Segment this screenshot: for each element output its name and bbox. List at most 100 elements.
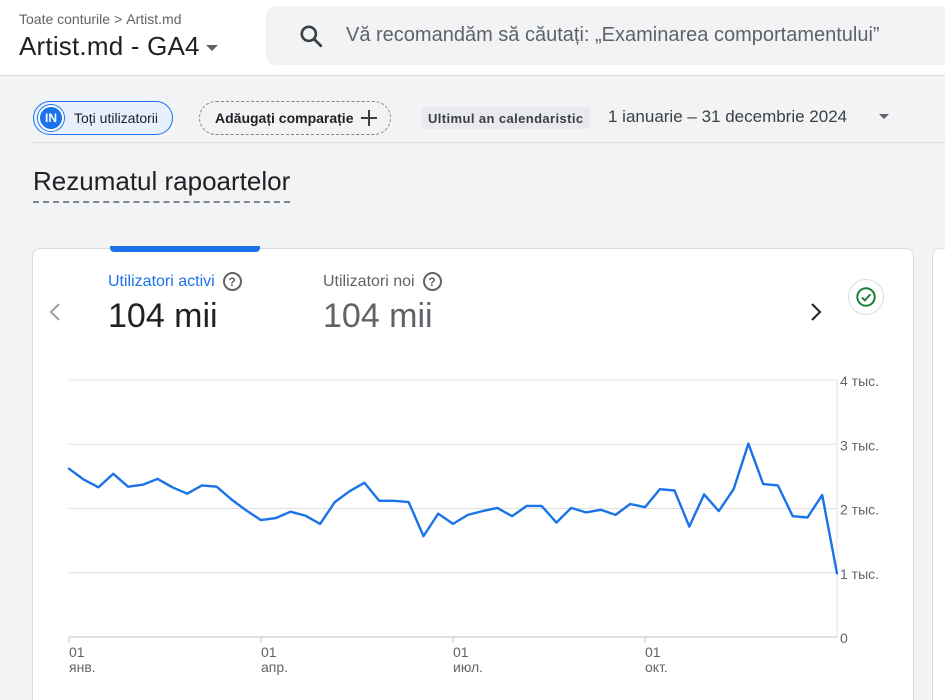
breadcrumb-all-accounts[interactable]: Toate conturile xyxy=(19,11,110,27)
data-point[interactable] xyxy=(166,481,178,493)
data-point[interactable] xyxy=(373,495,385,507)
caret-down-icon[interactable] xyxy=(879,114,889,119)
data-point[interactable] xyxy=(639,501,651,513)
data-point[interactable] xyxy=(831,567,843,579)
y-tick-label: 1 тыс. xyxy=(840,566,879,582)
property-selector[interactable]: Artist.md - GA4 xyxy=(19,31,218,62)
y-tick-label: 0 xyxy=(840,630,848,646)
data-point[interactable] xyxy=(255,514,267,526)
data-point[interactable] xyxy=(432,508,444,520)
data-point[interactable] xyxy=(299,510,311,522)
data-point[interactable] xyxy=(477,505,489,517)
breadcrumb-account[interactable]: Artist.md xyxy=(126,11,181,27)
data-point[interactable] xyxy=(683,520,695,532)
data-point[interactable] xyxy=(344,485,356,497)
chevron-left-icon[interactable] xyxy=(45,300,65,324)
plus-icon xyxy=(361,110,378,126)
y-tick-label: 3 тыс. xyxy=(840,437,879,453)
y-tick-label: 4 тыс. xyxy=(840,373,879,389)
data-point[interactable] xyxy=(93,481,105,493)
data-point[interactable] xyxy=(462,509,474,521)
data-point[interactable] xyxy=(521,500,533,512)
data-point[interactable] xyxy=(654,483,666,495)
metric-value: 104 mii xyxy=(108,297,218,335)
data-point[interactable] xyxy=(713,505,725,517)
data-point[interactable] xyxy=(742,438,754,450)
check-circle-icon xyxy=(856,287,876,307)
data-point[interactable] xyxy=(78,474,90,486)
x-tick-month: июл. xyxy=(453,659,483,675)
data-point[interactable] xyxy=(550,517,562,529)
next-card-edge xyxy=(932,248,945,700)
data-point[interactable] xyxy=(506,510,518,522)
data-point[interactable] xyxy=(196,479,208,491)
toolbar-divider xyxy=(32,142,945,143)
date-range-selector[interactable]: 1 ianuarie – 31 decembrie 2024 xyxy=(608,107,847,127)
data-point[interactable] xyxy=(388,495,400,507)
data-point[interactable] xyxy=(285,506,297,518)
data-point[interactable] xyxy=(787,510,799,522)
segment-label: Toți utilizatorii xyxy=(74,110,159,126)
add-comparison-label: Adăugați comparație xyxy=(215,110,354,126)
metric-label-row: Utilizatori noi ? xyxy=(323,272,442,291)
data-point[interactable] xyxy=(491,502,503,514)
users-line-chart: 01 тыс.2 тыс.3 тыс.4 тыс. 01янв.01апр.01… xyxy=(63,373,879,675)
x-tick-month: янв. xyxy=(69,659,96,675)
active-metric-indicator xyxy=(110,246,260,252)
metric-new-users[interactable]: Utilizatori noi ? 104 mii xyxy=(323,272,442,336)
data-point[interactable] xyxy=(609,509,621,521)
metric-value: 104 mii xyxy=(323,297,433,335)
data-point[interactable] xyxy=(772,479,784,491)
data-point[interactable] xyxy=(314,518,326,530)
data-point[interactable] xyxy=(152,473,164,485)
x-axis-labels: 01янв.01апр.01июл.01окт. xyxy=(68,637,668,675)
data-point[interactable] xyxy=(122,481,134,493)
data-point[interactable] xyxy=(728,483,740,495)
data-point[interactable] xyxy=(536,500,548,512)
x-tick-day: 01 xyxy=(69,644,85,660)
data-point[interactable] xyxy=(107,468,119,480)
data-point[interactable] xyxy=(595,504,607,516)
data-point[interactable] xyxy=(329,496,341,508)
data-point[interactable] xyxy=(624,498,636,510)
metric-label: Utilizatori activi xyxy=(108,272,215,290)
segment-all-users-chip[interactable]: IN Toți utilizatorii xyxy=(33,101,174,135)
data-point[interactable] xyxy=(816,489,828,501)
metric-label: Utilizatori noi xyxy=(323,272,415,290)
data-point[interactable] xyxy=(211,481,223,493)
data-point[interactable] xyxy=(757,478,769,490)
data-point[interactable] xyxy=(358,477,370,489)
add-comparison-button[interactable]: Adăugați comparație xyxy=(199,101,391,135)
data-point[interactable] xyxy=(801,511,813,523)
property-name: Artist.md - GA4 xyxy=(19,31,200,61)
chevron-right-icon: > xyxy=(114,11,123,27)
date-preset-badge: Ultimul an calendaristic xyxy=(422,107,590,129)
search-icon[interactable] xyxy=(298,23,324,49)
segment-avatar: IN xyxy=(38,105,64,131)
help-icon[interactable]: ? xyxy=(422,272,442,291)
metric-active-users[interactable]: Utilizatori activi ? 104 mii xyxy=(108,272,242,336)
x-tick-month: окт. xyxy=(645,659,668,675)
data-point[interactable] xyxy=(225,494,237,506)
search-bar xyxy=(266,6,945,65)
chevron-right-icon[interactable] xyxy=(806,300,826,324)
data-point[interactable] xyxy=(447,518,459,530)
data-point[interactable] xyxy=(63,463,75,475)
data-point[interactable] xyxy=(565,502,577,514)
data-point[interactable] xyxy=(137,479,149,491)
data-point[interactable] xyxy=(417,530,429,542)
data-point[interactable] xyxy=(698,488,710,500)
metric-label-row: Utilizatori activi ? xyxy=(108,272,242,291)
data-point[interactable] xyxy=(240,504,252,516)
data-point[interactable] xyxy=(270,512,282,524)
y-tick-label: 2 тыс. xyxy=(840,502,879,518)
help-icon[interactable]: ? xyxy=(222,272,242,291)
x-tick-month: апр. xyxy=(261,659,288,675)
data-quality-status-button[interactable] xyxy=(848,279,884,315)
data-point[interactable] xyxy=(181,488,193,500)
data-point[interactable] xyxy=(669,485,681,497)
data-point[interactable] xyxy=(403,496,415,508)
x-tick-day: 01 xyxy=(453,644,469,660)
search-input[interactable] xyxy=(346,6,945,65)
data-point[interactable] xyxy=(580,506,592,518)
